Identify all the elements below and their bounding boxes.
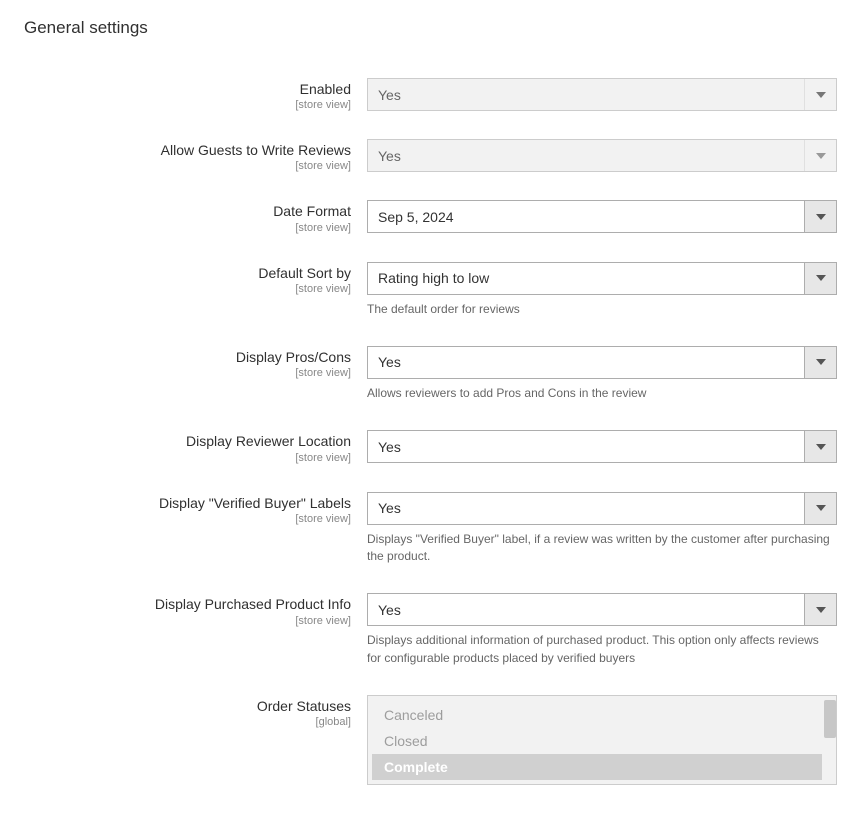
control-col: Yes bbox=[367, 139, 837, 172]
default-sort-select[interactable]: Rating high to low bbox=[367, 262, 837, 295]
pros-cons-label: Display Pros/Cons bbox=[236, 349, 351, 365]
order-statuses-multiselect[interactable]: Canceled Closed Complete bbox=[367, 695, 837, 785]
allow-guests-select: Yes bbox=[367, 139, 837, 172]
field-verified-buyer: Display "Verified Buyer" Labels [store v… bbox=[0, 492, 867, 566]
field-default-sort: Default Sort by [store view] Rating high… bbox=[0, 262, 867, 318]
control-col: Yes Allows reviewers to add Pros and Con… bbox=[367, 346, 837, 402]
field-enabled: Enabled [store view] Yes bbox=[0, 78, 867, 111]
pros-cons-select[interactable]: Yes bbox=[367, 346, 837, 379]
field-pros-cons: Display Pros/Cons [store view] Yes Allow… bbox=[0, 346, 867, 402]
scope-label: [global] bbox=[0, 716, 351, 728]
order-statuses-label: Order Statuses bbox=[257, 698, 351, 714]
verified-buyer-select[interactable]: Yes bbox=[367, 492, 837, 525]
reviewer-location-value: Yes bbox=[368, 439, 804, 455]
allow-guests-value: Yes bbox=[368, 148, 804, 164]
purchased-info-value: Yes bbox=[368, 602, 804, 618]
general-settings-form: Enabled [store view] Yes Allow Guests to… bbox=[0, 38, 867, 785]
field-order-statuses: Order Statuses [global] Canceled Closed … bbox=[0, 695, 867, 785]
pros-cons-note: Allows reviewers to add Pros and Cons in… bbox=[367, 385, 837, 402]
default-sort-value: Rating high to low bbox=[368, 270, 804, 286]
control-col: Yes bbox=[367, 78, 837, 111]
date-format-select[interactable]: Sep 5, 2024 bbox=[367, 200, 837, 233]
field-reviewer-location: Display Reviewer Location [store view] Y… bbox=[0, 430, 867, 463]
scrollbar-thumb[interactable] bbox=[824, 700, 836, 738]
label-col: Display "Verified Buyer" Labels [store v… bbox=[0, 492, 367, 525]
label-col: Order Statuses [global] bbox=[0, 695, 367, 728]
default-sort-label: Default Sort by bbox=[258, 265, 351, 281]
verified-buyer-value: Yes bbox=[368, 500, 804, 516]
order-status-option[interactable]: Closed bbox=[368, 728, 836, 754]
scope-label: [store view] bbox=[0, 222, 351, 234]
reviewer-location-select[interactable]: Yes bbox=[367, 430, 837, 463]
label-col: Display Purchased Product Info [store vi… bbox=[0, 593, 367, 626]
chevron-down-icon bbox=[804, 594, 836, 625]
field-purchased-info: Display Purchased Product Info [store vi… bbox=[0, 593, 867, 667]
chevron-down-icon bbox=[804, 201, 836, 232]
purchased-info-note: Displays additional information of purch… bbox=[367, 632, 837, 667]
label-col: Default Sort by [store view] bbox=[0, 262, 367, 295]
chevron-down-icon bbox=[804, 347, 836, 378]
chevron-down-icon bbox=[804, 140, 836, 171]
enabled-value: Yes bbox=[368, 87, 804, 103]
chevron-down-icon bbox=[804, 263, 836, 294]
control-col: Sep 5, 2024 bbox=[367, 200, 837, 233]
label-col: Date Format [store view] bbox=[0, 200, 367, 233]
scope-label: [store view] bbox=[0, 367, 351, 379]
purchased-info-select[interactable]: Yes bbox=[367, 593, 837, 626]
enabled-select: Yes bbox=[367, 78, 837, 111]
scope-label: [store view] bbox=[0, 99, 351, 111]
control-col: Rating high to low The default order for… bbox=[367, 262, 837, 318]
enabled-label: Enabled bbox=[300, 81, 351, 97]
chevron-down-icon bbox=[804, 431, 836, 462]
label-col: Display Reviewer Location [store view] bbox=[0, 430, 367, 463]
control-col: Yes Displays additional information of p… bbox=[367, 593, 837, 667]
purchased-info-label: Display Purchased Product Info bbox=[155, 596, 351, 612]
scope-label: [store view] bbox=[0, 615, 351, 627]
control-col: Yes Displays "Verified Buyer" label, if … bbox=[367, 492, 837, 566]
date-format-label: Date Format bbox=[273, 203, 351, 219]
default-sort-note: The default order for reviews bbox=[367, 301, 837, 318]
field-allow-guests: Allow Guests to Write Reviews [store vie… bbox=[0, 139, 867, 172]
verified-buyer-label: Display "Verified Buyer" Labels bbox=[159, 495, 351, 511]
verified-buyer-note: Displays "Verified Buyer" label, if a re… bbox=[367, 531, 837, 566]
order-status-option[interactable]: Canceled bbox=[368, 702, 836, 728]
reviewer-location-label: Display Reviewer Location bbox=[186, 433, 351, 449]
label-col: Display Pros/Cons [store view] bbox=[0, 346, 367, 379]
order-status-option-selected[interactable]: Complete bbox=[372, 754, 822, 780]
field-date-format: Date Format [store view] Sep 5, 2024 bbox=[0, 200, 867, 233]
scope-label: [store view] bbox=[0, 160, 351, 172]
page-title: General settings bbox=[0, 0, 867, 38]
scope-label: [store view] bbox=[0, 283, 351, 295]
scope-label: [store view] bbox=[0, 452, 351, 464]
label-col: Allow Guests to Write Reviews [store vie… bbox=[0, 139, 367, 172]
allow-guests-label: Allow Guests to Write Reviews bbox=[161, 142, 351, 158]
chevron-down-icon bbox=[804, 493, 836, 524]
label-col: Enabled [store view] bbox=[0, 78, 367, 111]
date-format-value: Sep 5, 2024 bbox=[368, 209, 804, 225]
scope-label: [store view] bbox=[0, 513, 351, 525]
control-col: Yes bbox=[367, 430, 837, 463]
pros-cons-value: Yes bbox=[368, 354, 804, 370]
chevron-down-icon bbox=[804, 79, 836, 110]
control-col: Canceled Closed Complete bbox=[367, 695, 837, 785]
